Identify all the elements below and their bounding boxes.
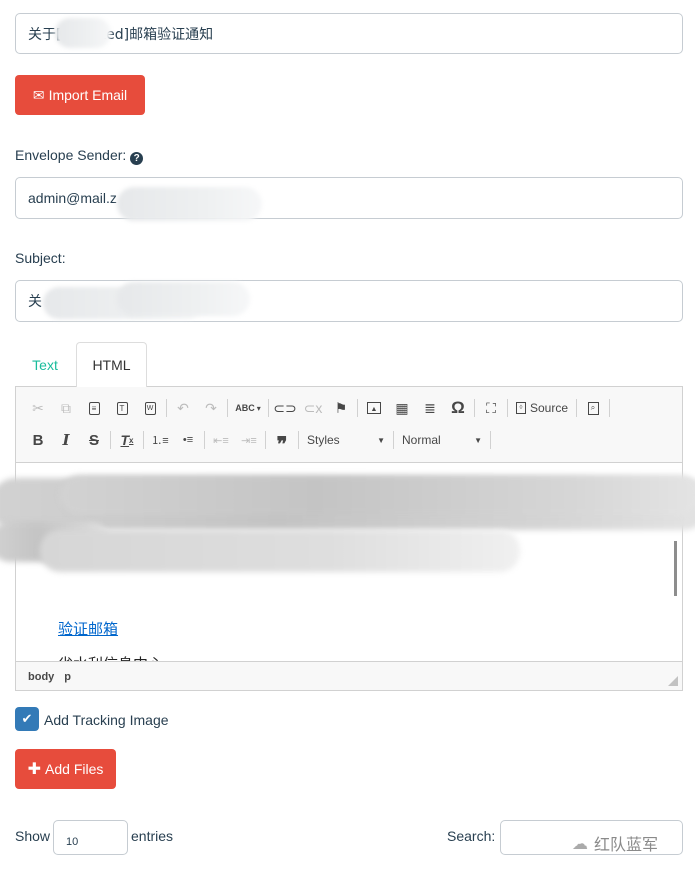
redaction-blur xyxy=(117,187,262,221)
toolbar-separator xyxy=(166,399,167,417)
editor-text-line: 省水利信息中心 xyxy=(58,653,163,661)
blockquote-icon[interactable]: ❞ xyxy=(268,427,296,456)
import-email-button[interactable]: ✉ Import Email xyxy=(15,75,145,115)
paste-icon[interactable]: ≡ xyxy=(80,395,108,421)
editor-scrollbar[interactable] xyxy=(674,541,677,596)
envelope-sender-label: Envelope Sender: ? xyxy=(15,147,144,165)
tab-html[interactable]: HTML xyxy=(76,342,147,387)
maximize-icon[interactable]: ⛶ xyxy=(477,395,505,421)
numbered-list-icon[interactable]: ⒈≡ xyxy=(146,427,174,453)
styles-dropdown[interactable]: Styles ▼ xyxy=(301,428,391,452)
resize-handle[interactable] xyxy=(668,676,678,686)
add-tracking-image-label[interactable]: Add Tracking Image xyxy=(44,712,169,728)
special-char-icon[interactable]: Ω xyxy=(444,395,472,421)
link-icon[interactable]: ⊂⊃ xyxy=(271,395,299,421)
source-icon: ◊ xyxy=(515,402,526,414)
paste-word-icon[interactable]: W xyxy=(136,395,164,421)
add-tracking-image-checkbox[interactable]: ✔ xyxy=(15,707,39,731)
toolbar-separator xyxy=(576,399,577,417)
page-length-select[interactable]: 10 xyxy=(53,820,128,855)
format-dropdown-label: Normal xyxy=(402,433,441,447)
anchor-flag-icon[interactable]: ⚑ xyxy=(327,395,355,421)
toolbar-separator xyxy=(507,399,508,417)
path-item-p[interactable]: p xyxy=(64,671,71,683)
add-files-label: Add Files xyxy=(45,761,104,777)
verify-email-link[interactable]: 验证邮箱 xyxy=(58,618,118,639)
subject-value: 关 xyxy=(28,294,42,310)
question-circle-icon[interactable]: ? xyxy=(130,152,144,165)
styles-dropdown-label: Styles xyxy=(307,433,340,447)
toolbar-separator xyxy=(265,431,266,449)
add-files-button[interactable]: ✚ Add Files xyxy=(15,749,116,789)
envelope-icon: ✉ xyxy=(32,86,45,103)
preview-icon[interactable]: ⌕ xyxy=(579,395,607,421)
spellcheck-icon[interactable]: ABC ▾ xyxy=(230,395,266,421)
toolbar-separator xyxy=(490,431,491,449)
tab-text[interactable]: Text xyxy=(20,343,70,387)
copy-icon[interactable]: ⧉ xyxy=(52,395,80,421)
toolbar-separator xyxy=(110,431,111,449)
chevron-down-icon: ▼ xyxy=(474,435,482,445)
paste-text-icon[interactable]: T xyxy=(108,395,136,421)
table-icon[interactable]: ▦ xyxy=(388,395,416,421)
toolbar-separator xyxy=(204,431,205,449)
image-icon[interactable]: ▲ xyxy=(360,395,388,421)
toolbar-separator xyxy=(298,431,299,449)
toolbar-separator xyxy=(227,399,228,417)
show-label: Show xyxy=(15,828,51,844)
undo-icon[interactable]: ↶ xyxy=(169,395,197,421)
unlink-icon[interactable]: ⊂x xyxy=(299,395,327,421)
toolbar-separator xyxy=(609,399,610,417)
envelope-sender-value: admin@mail.z xyxy=(28,190,117,206)
editor-toolbar-row-1: ✂ ⧉ ≡ T W ↶ ↷ ABC ▾ ⊂⊃ ⊂x ⚑ ▲ ▦ ≣ Ω ⛶ ◊ S… xyxy=(24,393,612,423)
toolbar-separator xyxy=(393,431,394,449)
element-path-bar: body p xyxy=(16,663,682,691)
template-name-input[interactable]: 关于[redacted]邮箱验证通知 xyxy=(15,13,683,54)
bulleted-list-icon[interactable]: •≡ xyxy=(174,427,202,453)
toolbar-separator xyxy=(357,399,358,417)
horizontal-rule-icon[interactable]: ≣ xyxy=(416,395,444,421)
source-label: Source xyxy=(529,401,569,415)
format-dropdown[interactable]: Normal ▼ xyxy=(396,428,488,452)
plus-icon: ✚ xyxy=(27,761,42,778)
outdent-icon[interactable]: ⇤≡ xyxy=(207,427,235,453)
redaction-blur xyxy=(55,18,111,48)
subject-label: Subject: xyxy=(15,250,66,266)
path-item-body[interactable]: body xyxy=(28,671,54,683)
toolbar-separator xyxy=(268,399,269,417)
search-label: Search: xyxy=(447,828,496,844)
redaction-blur xyxy=(117,282,250,316)
source-button[interactable]: ◊ Source xyxy=(510,395,574,421)
watermark: ☁ 红队蓝军 xyxy=(572,831,658,855)
import-email-label: Import Email xyxy=(48,87,128,103)
remove-format-icon[interactable]: Tx xyxy=(113,427,141,453)
redo-icon[interactable]: ↷ xyxy=(197,395,225,421)
cut-icon[interactable]: ✂ xyxy=(24,395,52,421)
bold-icon[interactable]: B xyxy=(24,427,52,453)
watermark-text: 红队蓝军 xyxy=(594,835,659,854)
toolbar-separator xyxy=(474,399,475,417)
page-length-value: 10 xyxy=(66,835,79,848)
italic-icon[interactable]: I xyxy=(52,427,80,453)
redaction-blur xyxy=(40,530,520,572)
check-icon: ✔ xyxy=(21,711,33,726)
strike-icon[interactable]: S xyxy=(80,427,108,453)
wechat-icon: ☁ xyxy=(572,833,588,853)
chevron-down-icon: ▼ xyxy=(377,435,385,445)
envelope-sender-input[interactable]: admin@mail.z xyxy=(15,177,683,219)
indent-icon[interactable]: ⇥≡ xyxy=(235,427,263,453)
entries-label: entries xyxy=(131,828,174,844)
redaction-blur xyxy=(60,475,695,515)
toolbar-separator xyxy=(143,431,144,449)
envelope-sender-text: Envelope Sender: xyxy=(15,147,127,163)
editor-toolbar-row-2: B I S Tx ⒈≡ •≡ ⇤≡ ⇥≡ ❞ Styles ▼ Normal ▼ xyxy=(24,425,493,456)
